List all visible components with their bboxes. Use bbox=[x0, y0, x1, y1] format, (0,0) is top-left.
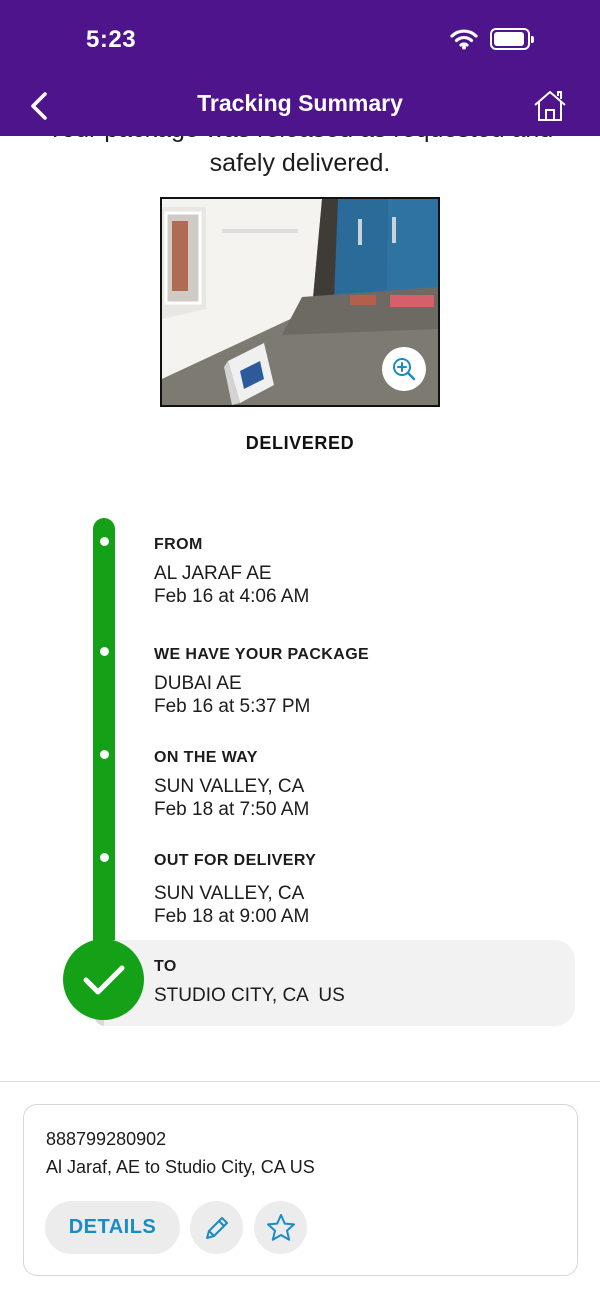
favorite-button[interactable] bbox=[254, 1201, 307, 1254]
pencil-icon bbox=[205, 1216, 228, 1239]
status-time: 5:23 bbox=[86, 26, 137, 53]
event-datetime: Feb 18 at 7:50 AM bbox=[154, 799, 310, 820]
top-bar: 5:23 Tracking Summary bbox=[0, 0, 600, 136]
shipment-card: 888799280902 Al Jaraf, AE to Studio City… bbox=[23, 1104, 578, 1276]
timeline-dot bbox=[100, 853, 109, 862]
event-location: AL JARAF AE bbox=[154, 563, 272, 584]
page-title: Tracking Summary bbox=[197, 90, 403, 116]
status-icons bbox=[450, 28, 534, 50]
home-button[interactable] bbox=[532, 88, 568, 124]
timeline-dot bbox=[100, 750, 109, 759]
event-title: OUT FOR DELIVERY bbox=[154, 852, 317, 869]
timeline-dot bbox=[100, 537, 109, 546]
timeline-event-on-the-way: ON THE WAY SUN VALLEY, CA Feb 18 at 7:50… bbox=[154, 749, 309, 821]
wifi-icon bbox=[450, 29, 478, 50]
event-location: SUN VALLEY, CA bbox=[154, 776, 305, 797]
tracking-number: 888799280902 bbox=[46, 1129, 167, 1149]
details-button[interactable]: DETAILS bbox=[45, 1201, 180, 1254]
event-datetime: Feb 16 at 5:37 PM bbox=[154, 696, 311, 717]
event-title: TO bbox=[154, 958, 177, 975]
event-datetime: Feb 16 at 4:06 AM bbox=[154, 586, 310, 607]
timeline-event-from: FROM AL JARAF AE Feb 16 at 4:06 AM bbox=[154, 536, 309, 608]
delivery-photo[interactable] bbox=[160, 197, 440, 407]
event-location: DUBAI AE bbox=[154, 673, 242, 694]
battery-icon bbox=[490, 28, 534, 50]
delivery-status: DELIVERED bbox=[245, 433, 355, 453]
checkmark-icon bbox=[83, 965, 124, 994]
edit-button[interactable] bbox=[190, 1201, 243, 1254]
delivered-check bbox=[63, 939, 144, 1020]
event-title: FROM bbox=[154, 536, 203, 553]
timeline-event-out-for-delivery: OUT FOR DELIVERY SUN VALLEY, CA Feb 18 a… bbox=[154, 852, 316, 928]
timeline-event-to: TO STUDIO CITY, CA US bbox=[154, 958, 345, 1007]
timeline-event-picked-up: WE HAVE YOUR PACKAGE DUBAI AE Feb 16 at … bbox=[154, 646, 369, 718]
timeline-dot bbox=[100, 647, 109, 656]
zoom-button[interactable] bbox=[382, 347, 426, 391]
event-title: WE HAVE YOUR PACKAGE bbox=[154, 646, 370, 663]
event-datetime: Feb 18 at 9:00 AM bbox=[154, 906, 310, 927]
zoom-in-icon bbox=[393, 358, 416, 381]
event-location: STUDIO CITY, CA US bbox=[154, 985, 345, 1006]
shipment-route: Al Jaraf, AE to Studio City, CA US bbox=[46, 1157, 315, 1177]
home-icon bbox=[534, 91, 566, 121]
event-title: ON THE WAY bbox=[154, 749, 258, 766]
star-icon bbox=[266, 1213, 295, 1241]
divider bbox=[0, 1081, 600, 1082]
event-location: SUN VALLEY, CA bbox=[154, 883, 305, 904]
